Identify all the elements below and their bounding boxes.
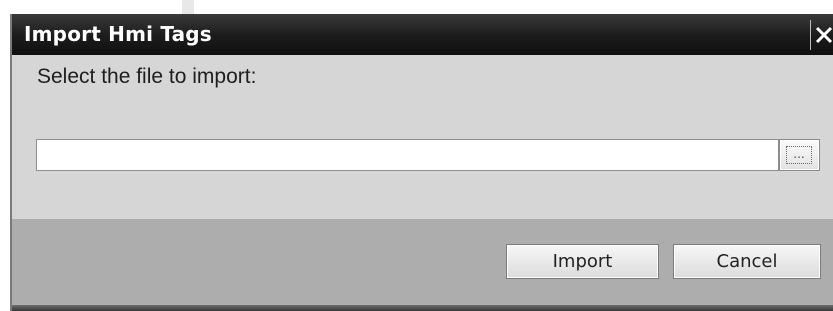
dialog-bottom-border	[12, 305, 833, 311]
close-button[interactable]	[810, 20, 833, 50]
import-button[interactable]: Import	[506, 244, 659, 279]
dialog-titlebar: Import Hmi Tags	[12, 14, 833, 55]
background-strip	[0, 0, 833, 14]
file-path-input[interactable]	[36, 139, 779, 171]
cancel-button[interactable]: Cancel	[673, 244, 821, 279]
browse-button-label: ...	[786, 146, 812, 164]
dialog-title: Import Hmi Tags	[24, 22, 212, 46]
browse-button[interactable]: ...	[779, 139, 820, 171]
import-hmi-tags-dialog: Import Hmi Tags Select the file to impor…	[10, 14, 833, 311]
background-tab	[182, 0, 194, 14]
file-prompt-label: Select the file to import:	[37, 65, 257, 88]
close-icon	[815, 26, 833, 44]
